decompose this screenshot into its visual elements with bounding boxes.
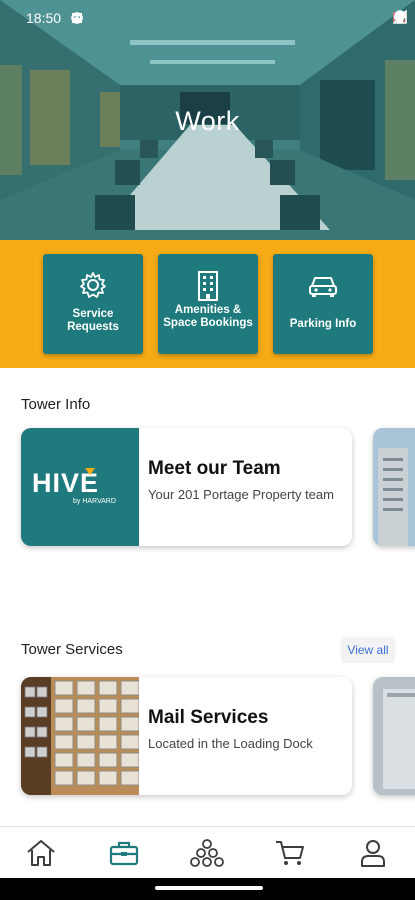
card-title: Mail Services [148, 707, 269, 728]
tower-info-heading: Tower Info [21, 396, 91, 413]
home-icon [27, 840, 55, 866]
dot-status-icon [75, 18, 79, 22]
amenities-bookings-tile[interactable]: Amenities & Space Bookings [158, 254, 258, 354]
status-bar: 18:50 [0, 0, 415, 34]
mail-services-card[interactable]: Mail Services Located in the Loading Doc… [21, 677, 352, 795]
building-icon [198, 271, 218, 301]
gesture-bar [0, 878, 415, 900]
cart-icon [276, 841, 304, 865]
nav-home[interactable] [24, 837, 58, 869]
car-icon [309, 277, 337, 297]
card-subtitle: Your 201 Portage Property team [148, 487, 334, 502]
meet-our-team-card[interactable]: HIVE by HARVARD Meet our Team Your 201 P… [21, 428, 352, 546]
parking-info-tile[interactable]: Parking Info [273, 254, 373, 354]
next-service-card-peek[interactable] [373, 677, 415, 795]
card-title: Meet our Team [148, 458, 281, 479]
card-subtitle: Located in the Loading Dock [148, 736, 313, 751]
view-all-button[interactable]: View all [341, 637, 395, 663]
hero-banner: 18:50 Work [0, 0, 415, 240]
service-requests-tile[interactable]: Service Requests [43, 254, 143, 354]
tower-image [373, 428, 415, 546]
briefcase-icon [109, 841, 139, 866]
next-card-peek[interactable] [373, 428, 415, 546]
tower-services-heading: Tower Services [21, 641, 123, 658]
person-icon [361, 840, 385, 867]
tile-label: Service Requests [67, 308, 119, 333]
nav-community[interactable] [190, 837, 224, 869]
status-time: 18:50 [26, 10, 62, 26]
quick-actions-band: Service Requests Amenities & Space Booki… [0, 240, 415, 368]
nav-profile[interactable] [356, 837, 390, 869]
bottom-navigation [0, 826, 415, 879]
svg-text:by HARVARD: by HARVARD [73, 498, 116, 505]
battery-icon [397, 11, 403, 23]
hive-logo: HIVE by HARVARD [21, 428, 139, 546]
hero-title: Work [175, 106, 240, 136]
mailboxes-image [21, 677, 140, 795]
nav-shop[interactable] [273, 837, 307, 869]
gear-icon [80, 272, 106, 298]
home-gesture-handle[interactable] [155, 886, 263, 890]
elevator-image [373, 677, 415, 795]
nav-work[interactable] [107, 837, 141, 869]
tile-label: Amenities & Space Bookings [163, 304, 253, 329]
community-icon [190, 839, 224, 867]
tile-label: Parking Info [289, 318, 357, 330]
